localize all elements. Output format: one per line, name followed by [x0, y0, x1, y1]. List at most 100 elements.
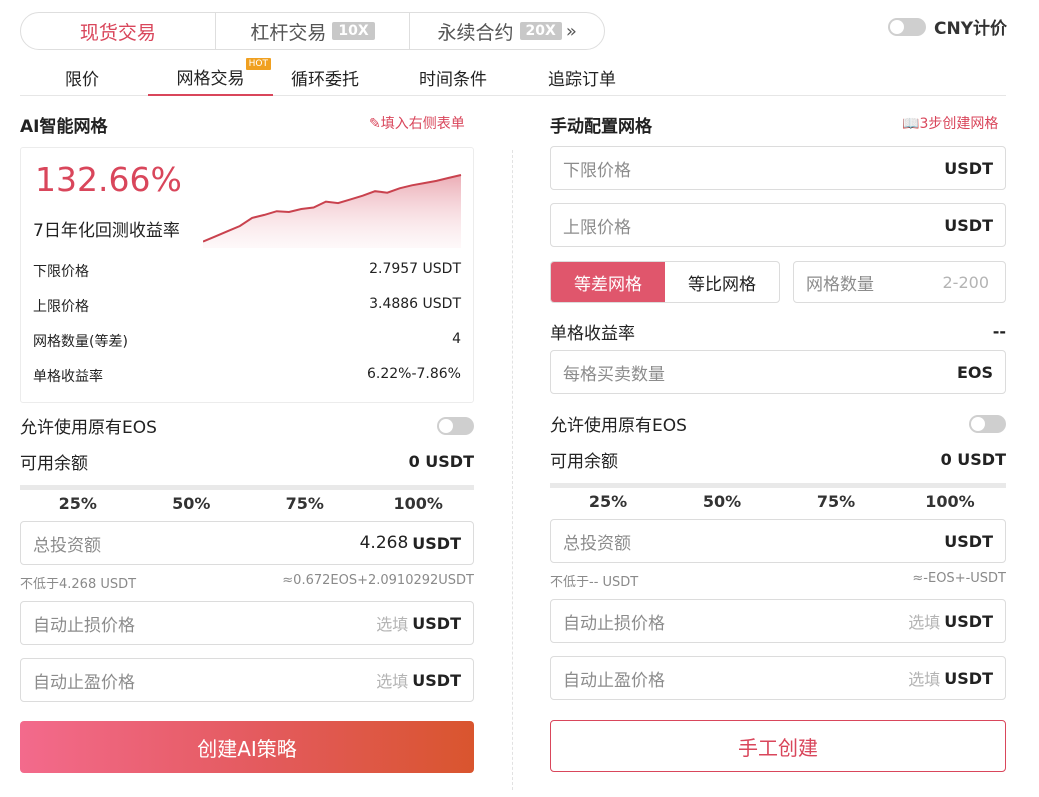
manual-percent-50[interactable]: 50% — [664, 488, 778, 511]
lower-price-placeholder: 下限价格 — [563, 160, 631, 181]
ai-stop-loss-field[interactable]: 自动止损价格 选填 USDT — [20, 601, 474, 645]
annual-return-label: 7日年化回测收益率 — [33, 221, 180, 241]
grid-count-field[interactable]: 网格数量 2-200 — [793, 261, 1006, 303]
ai-upper-price-row: 上限价格 3.4886 USDT — [33, 296, 461, 316]
ai-balance-row: 可用余额 0 USDT — [20, 449, 474, 474]
per-grid-quantity-placeholder: 每格买卖数量 — [563, 364, 665, 385]
cny-label: CNY计价 — [933, 19, 1007, 39]
ai-percent-slider[interactable]: 25% 50% 75% 100% — [20, 485, 474, 513]
arithmetic-grid-option[interactable]: 等差网格 — [551, 262, 665, 302]
ai-take-profit-placeholder: 自动止盈价格 — [33, 672, 135, 693]
tab-grid[interactable]: 网格交易 HOT — [148, 58, 273, 96]
tab-time-condition-label: 时间条件 — [419, 69, 487, 90]
ai-balance-label: 可用余额 — [20, 454, 88, 474]
fill-form-link[interactable]: ✎填入右侧表单 — [369, 113, 465, 133]
grid-mode-switch: 等差网格 等比网格 — [550, 261, 780, 303]
upper-price-placeholder: 上限价格 — [563, 217, 631, 238]
book-icon: 📖 — [902, 116, 920, 132]
manual-allow-eos-label: 允许使用原有EOS — [550, 416, 687, 436]
ai-grid-count-value: 4 — [452, 331, 461, 347]
ai-grid-count-row: 网格数量(等差) 4 — [33, 331, 461, 351]
tab-margin-label: 杠杆交易 — [250, 21, 327, 44]
per-grid-quantity-field[interactable]: 每格买卖数量 EOS — [550, 350, 1006, 394]
upper-price-field[interactable]: 上限价格 USDT — [550, 203, 1006, 247]
cny-toggle[interactable] — [887, 17, 926, 36]
tab-grid-label: 网格交易 — [176, 68, 245, 89]
ai-percent-50[interactable]: 50% — [133, 490, 248, 513]
edit-icon: ✎ — [369, 116, 381, 132]
ai-upper-price-label: 上限价格 — [33, 299, 89, 315]
manual-take-profit-unit: USDT — [944, 668, 993, 688]
lower-price-field[interactable]: 下限价格 USDT — [550, 146, 1006, 190]
ai-stop-loss-placeholder: 自动止损价格 — [33, 615, 135, 636]
manual-grid-title: 手动配置网格 — [550, 117, 652, 137]
tab-loop-label: 循环委托 — [291, 69, 359, 90]
fill-form-label: 填入右侧表单 — [380, 116, 465, 132]
manual-balance-row: 可用余额 0 USDT — [550, 447, 1006, 472]
manual-allow-eos-row: 允许使用原有EOS — [550, 411, 1006, 436]
ai-total-investment-placeholder: 总投资额 — [33, 535, 101, 556]
manual-take-profit-placeholder: 自动止盈价格 — [563, 670, 665, 691]
tab-loop[interactable]: 循环委托 — [282, 58, 368, 96]
per-grid-yield-row: 单格收益率 -- — [550, 319, 1006, 344]
ai-take-profit-field[interactable]: 自动止盈价格 选填 USDT — [20, 658, 474, 702]
manual-take-profit-optional: 选填 — [908, 670, 941, 689]
manual-allow-eos-toggle[interactable] — [969, 414, 1006, 433]
double-chevron-right-icon: » — [565, 20, 577, 42]
column-divider — [512, 150, 513, 790]
manual-percent-100[interactable]: 100% — [892, 488, 1006, 511]
ai-grid-title: AI智能网格 — [20, 117, 108, 137]
ai-allow-eos-toggle[interactable] — [437, 416, 474, 435]
per-grid-quantity-unit: EOS — [956, 362, 993, 382]
ai-allow-eos-label: 允许使用原有EOS — [20, 418, 157, 438]
tab-margin[interactable]: 杠杆交易 10X — [216, 13, 411, 49]
ai-per-grid-value: 6.22%-7.86% — [366, 366, 461, 382]
backtest-trend-chart — [203, 174, 462, 248]
tab-time-condition[interactable]: 时间条件 — [410, 58, 496, 96]
ai-percent-75[interactable]: 75% — [247, 490, 361, 513]
manual-stop-loss-placeholder: 自动止损价格 — [563, 613, 665, 634]
guide-label: 3步创建网格 — [919, 116, 999, 132]
tab-spot-label: 现货交易 — [79, 21, 156, 44]
hot-badge: HOT — [245, 58, 271, 70]
upper-price-unit: USDT — [944, 215, 993, 235]
tab-perpetual-label: 永续合约 — [437, 21, 514, 44]
order-type-tabs: 限价 网格交易 HOT 循环委托 时间条件 追踪订单 — [20, 58, 1006, 96]
ai-percent-100[interactable]: 100% — [360, 490, 475, 513]
manual-total-unit: USDT — [944, 531, 993, 551]
geometric-grid-option[interactable]: 等比网格 — [665, 262, 779, 302]
grid-count-range: 2-200 — [942, 272, 990, 292]
manual-min-note: 不低于-- USDT — [550, 575, 639, 590]
manual-approx-note: ≈-EOS+-USDT — [912, 571, 1006, 586]
tab-limit[interactable]: 限价 — [44, 58, 120, 96]
ai-percent-25[interactable]: 25% — [20, 490, 134, 513]
create-ai-strategy-button[interactable]: 创建AI策略 — [20, 721, 474, 773]
manual-take-profit-field[interactable]: 自动止盈价格 选填 USDT — [550, 656, 1006, 700]
manual-percent-slider[interactable]: 25% 50% 75% 100% — [550, 483, 1006, 511]
manual-stop-loss-unit: USDT — [944, 611, 993, 631]
manual-create-button[interactable]: 手工创建 — [550, 720, 1006, 772]
manual-percent-75[interactable]: 75% — [778, 488, 892, 511]
ai-total-investment-value: 4.268 — [359, 533, 409, 553]
grid-count-placeholder: 网格数量 — [806, 274, 874, 295]
per-grid-yield-value: -- — [992, 322, 1006, 341]
tab-spot[interactable]: 现货交易 — [21, 13, 216, 49]
tab-trailing[interactable]: 追踪订单 — [539, 58, 625, 96]
ai-strategy-card: 132.66% 7日年化回测收益率 下限价格 2.7957 USDT 上限价格 … — [20, 147, 474, 403]
ai-per-grid-row: 单格收益率 6.22%-7.86% — [33, 366, 461, 386]
market-tabs: 现货交易 杠杆交易 10X 永续合约 20X » — [20, 12, 605, 50]
ai-lower-price-row: 下限价格 2.7957 USDT — [33, 261, 461, 281]
manual-balance-label: 可用余额 — [550, 452, 618, 472]
tab-limit-label: 限价 — [65, 69, 99, 90]
manual-total-investment-placeholder: 总投资额 — [563, 533, 631, 554]
ai-total-investment-field[interactable]: 总投资额 4.268 USDT — [20, 521, 474, 565]
tab-perpetual[interactable]: 永续合约 20X » — [410, 13, 604, 49]
guide-link[interactable]: 📖3步创建网格 — [902, 113, 998, 133]
manual-total-investment-field[interactable]: 总投资额 USDT — [550, 519, 1006, 563]
ai-lower-price-label: 下限价格 — [33, 264, 89, 280]
trend-area — [203, 175, 461, 248]
ai-balance-value: 0 USDT — [408, 452, 474, 471]
per-grid-yield-label: 单格收益率 — [550, 324, 635, 344]
manual-stop-loss-field[interactable]: 自动止损价格 选填 USDT — [550, 599, 1006, 643]
manual-percent-25[interactable]: 25% — [550, 488, 664, 511]
